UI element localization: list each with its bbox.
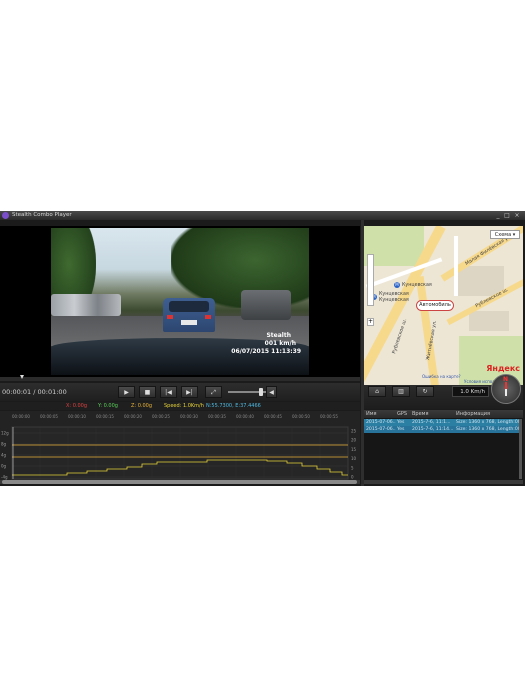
graph-time-tick: 00:00:10 <box>68 414 86 419</box>
graph-time-tick: 00:00:20 <box>124 414 142 419</box>
file-list-horizontal-scrollbar[interactable] <box>364 480 523 484</box>
volume-thumb[interactable] <box>258 388 263 396</box>
graph-right-tick: 10 <box>351 456 357 461</box>
column-info[interactable]: Информация <box>456 410 490 418</box>
gsensor-graph-svg: 00:00:00 00:00:05 00:00:10 00:00:15 00:00:20… <box>1 414 357 480</box>
file-time: 2015-7-6, 11:1... <box>412 420 451 425</box>
file-list: Имя GPS Время Информация 2015-07-06... Y… <box>364 410 523 484</box>
telemetry-readout: X: 0.00g Y: 0.00g Z: 0.00g Speed: 1.0Km/… <box>0 402 360 410</box>
map-scheme-dropdown[interactable]: Схема ▾ <box>490 230 520 239</box>
column-gps[interactable]: GPS <box>397 410 407 418</box>
map-label-kuntsevskaya-1: Кунцевская <box>402 283 432 288</box>
file-list-vertical-scrollbar[interactable] <box>519 419 522 479</box>
graph-right-tick: 25 <box>351 429 357 434</box>
video-pane[interactable]: Stealth 001 km/h 06/07/2015 11:13:39 <box>0 226 360 377</box>
playback-time: 00:00:01 / 00:01:00 <box>2 388 67 396</box>
graph-time-tick: 00:00:35 <box>208 414 226 419</box>
map-label-kuntsevskaya-2: Кунцевская <box>379 292 409 297</box>
snapshot-button[interactable]: ⌂ <box>368 386 386 397</box>
y-accel-value: Y: 0.00g <box>98 403 118 409</box>
stop-button[interactable]: ■ <box>139 386 156 398</box>
title-bar: Stealth Combo Player _ □ × <box>0 211 525 220</box>
map-error-link[interactable]: Ошибка на карте? <box>422 374 461 379</box>
seek-thumb[interactable] <box>19 375 24 379</box>
graph-right-tick: 15 <box>351 447 357 452</box>
file-name: 2015-07-06... <box>366 427 396 432</box>
graph-time-tick: 00:00:50 <box>292 414 310 419</box>
gps-coordinates: N:55.7300, E:37.4466 <box>206 403 261 409</box>
graph-time-tick: 00:00:05 <box>40 414 58 419</box>
map-zoom-slider[interactable] <box>367 254 374 306</box>
metro-icon: M <box>394 282 400 288</box>
graph-scrollbar[interactable] <box>0 480 360 484</box>
next-button[interactable]: ▶| <box>181 386 198 398</box>
stealth-combo-player-window: Stealth Combo Player _ □ × Stealth 001 k… <box>0 211 525 486</box>
map-zoom-in-button[interactable]: + <box>367 318 374 326</box>
app-logo-icon <box>2 212 9 219</box>
file-info: Size: 1360 x 768, Length:00:01:... <box>456 420 519 425</box>
video-scene-parked-car-right <box>241 290 291 320</box>
refresh-button[interactable]: ↻ <box>416 386 434 397</box>
graph-time-tick: 00:00:30 <box>180 414 198 419</box>
speed-value: Speed: 1.0Km/h <box>164 403 204 409</box>
graph-time-tick: 00:00:00 <box>12 414 30 419</box>
graph-left-tick: -4g <box>1 475 8 480</box>
video-scene-blue-car <box>163 298 215 332</box>
previous-button[interactable]: |◀ <box>160 386 177 398</box>
playback-controls: 00:00:01 / 00:01:00 ▶ ■ |◀ ▶| ⤢ ◀ <box>0 383 360 401</box>
column-name[interactable]: Имя <box>366 410 377 418</box>
osd-brand: Stealth <box>266 332 291 339</box>
file-row[interactable]: 2015-07-06... Yes 2015-7-6, 11:14... Siz… <box>364 426 519 433</box>
graph-left-tick: 8g <box>1 442 7 447</box>
file-row[interactable]: 2015-07-06... Yes 2015-7-6, 11:1... Size… <box>364 419 519 426</box>
graph-left-tick: 0g <box>1 464 7 469</box>
file-list-header: Имя GPS Время Информация <box>364 410 523 418</box>
window-title: Stealth Combo Player <box>12 212 72 218</box>
video-scene-parked-cars <box>51 294 121 316</box>
seek-bar[interactable] <box>0 377 360 381</box>
volume-icon[interactable]: ◀ <box>266 386 277 398</box>
file-name: 2015-07-06... <box>366 420 396 425</box>
graph-time-tick: 00:00:15 <box>96 414 114 419</box>
video-frame: Stealth 001 km/h 06/07/2015 11:13:39 <box>51 228 309 375</box>
graph-time-tick: 00:00:55 <box>320 414 338 419</box>
minimize-button[interactable]: _ <box>494 212 502 219</box>
file-time: 2015-7-6, 11:14... <box>412 427 454 432</box>
x-accel-value: X: 0.00g <box>66 403 88 409</box>
gsensor-graph[interactable]: 00:00:00 00:00:05 00:00:10 00:00:15 00:00:20… <box>0 411 360 481</box>
map-label-kuntsevskaya-3: Кунцевская <box>379 298 409 303</box>
graph-right-tick: 20 <box>351 438 357 443</box>
graph-right-tick: 5 <box>351 465 354 470</box>
graph-right-tick: 0 <box>351 475 354 480</box>
file-gps: Yes <box>397 427 405 432</box>
yandex-logo: Яндекс <box>486 364 520 373</box>
vehicle-marker-callout[interactable]: Автомобиль <box>416 300 454 311</box>
file-gps: Yes <box>397 420 405 425</box>
graph-time-tick: 00:00:45 <box>264 414 282 419</box>
graph-time-tick: 00:00:40 <box>236 414 254 419</box>
column-time[interactable]: Время <box>412 410 428 418</box>
graph-time-tick: 00:00:25 <box>152 414 170 419</box>
z-accel-value: Z: 0.00g <box>131 403 153 409</box>
file-info: Size: 1360 x 768, Length:00:01:... <box>456 427 519 432</box>
fullscreen-button[interactable]: ⤢ <box>205 386 222 398</box>
maximize-button[interactable]: □ <box>503 212 511 219</box>
speed-display: 1.0 Km/h <box>452 386 489 397</box>
osd-datetime: 06/07/2015 11:13:39 <box>231 348 301 355</box>
grid-button[interactable]: ▥ <box>392 386 410 397</box>
osd-speed: 001 km/h <box>264 340 296 347</box>
graph-left-tick: 12g <box>1 431 9 436</box>
map-view[interactable]: Малая Филёвская ул. M Кунцевская M Кунце… <box>364 226 523 385</box>
compass-icon: N <box>491 374 521 404</box>
close-button[interactable]: × <box>513 212 521 219</box>
graph-left-tick: 4g <box>1 453 7 458</box>
play-button[interactable]: ▶ <box>118 386 135 398</box>
